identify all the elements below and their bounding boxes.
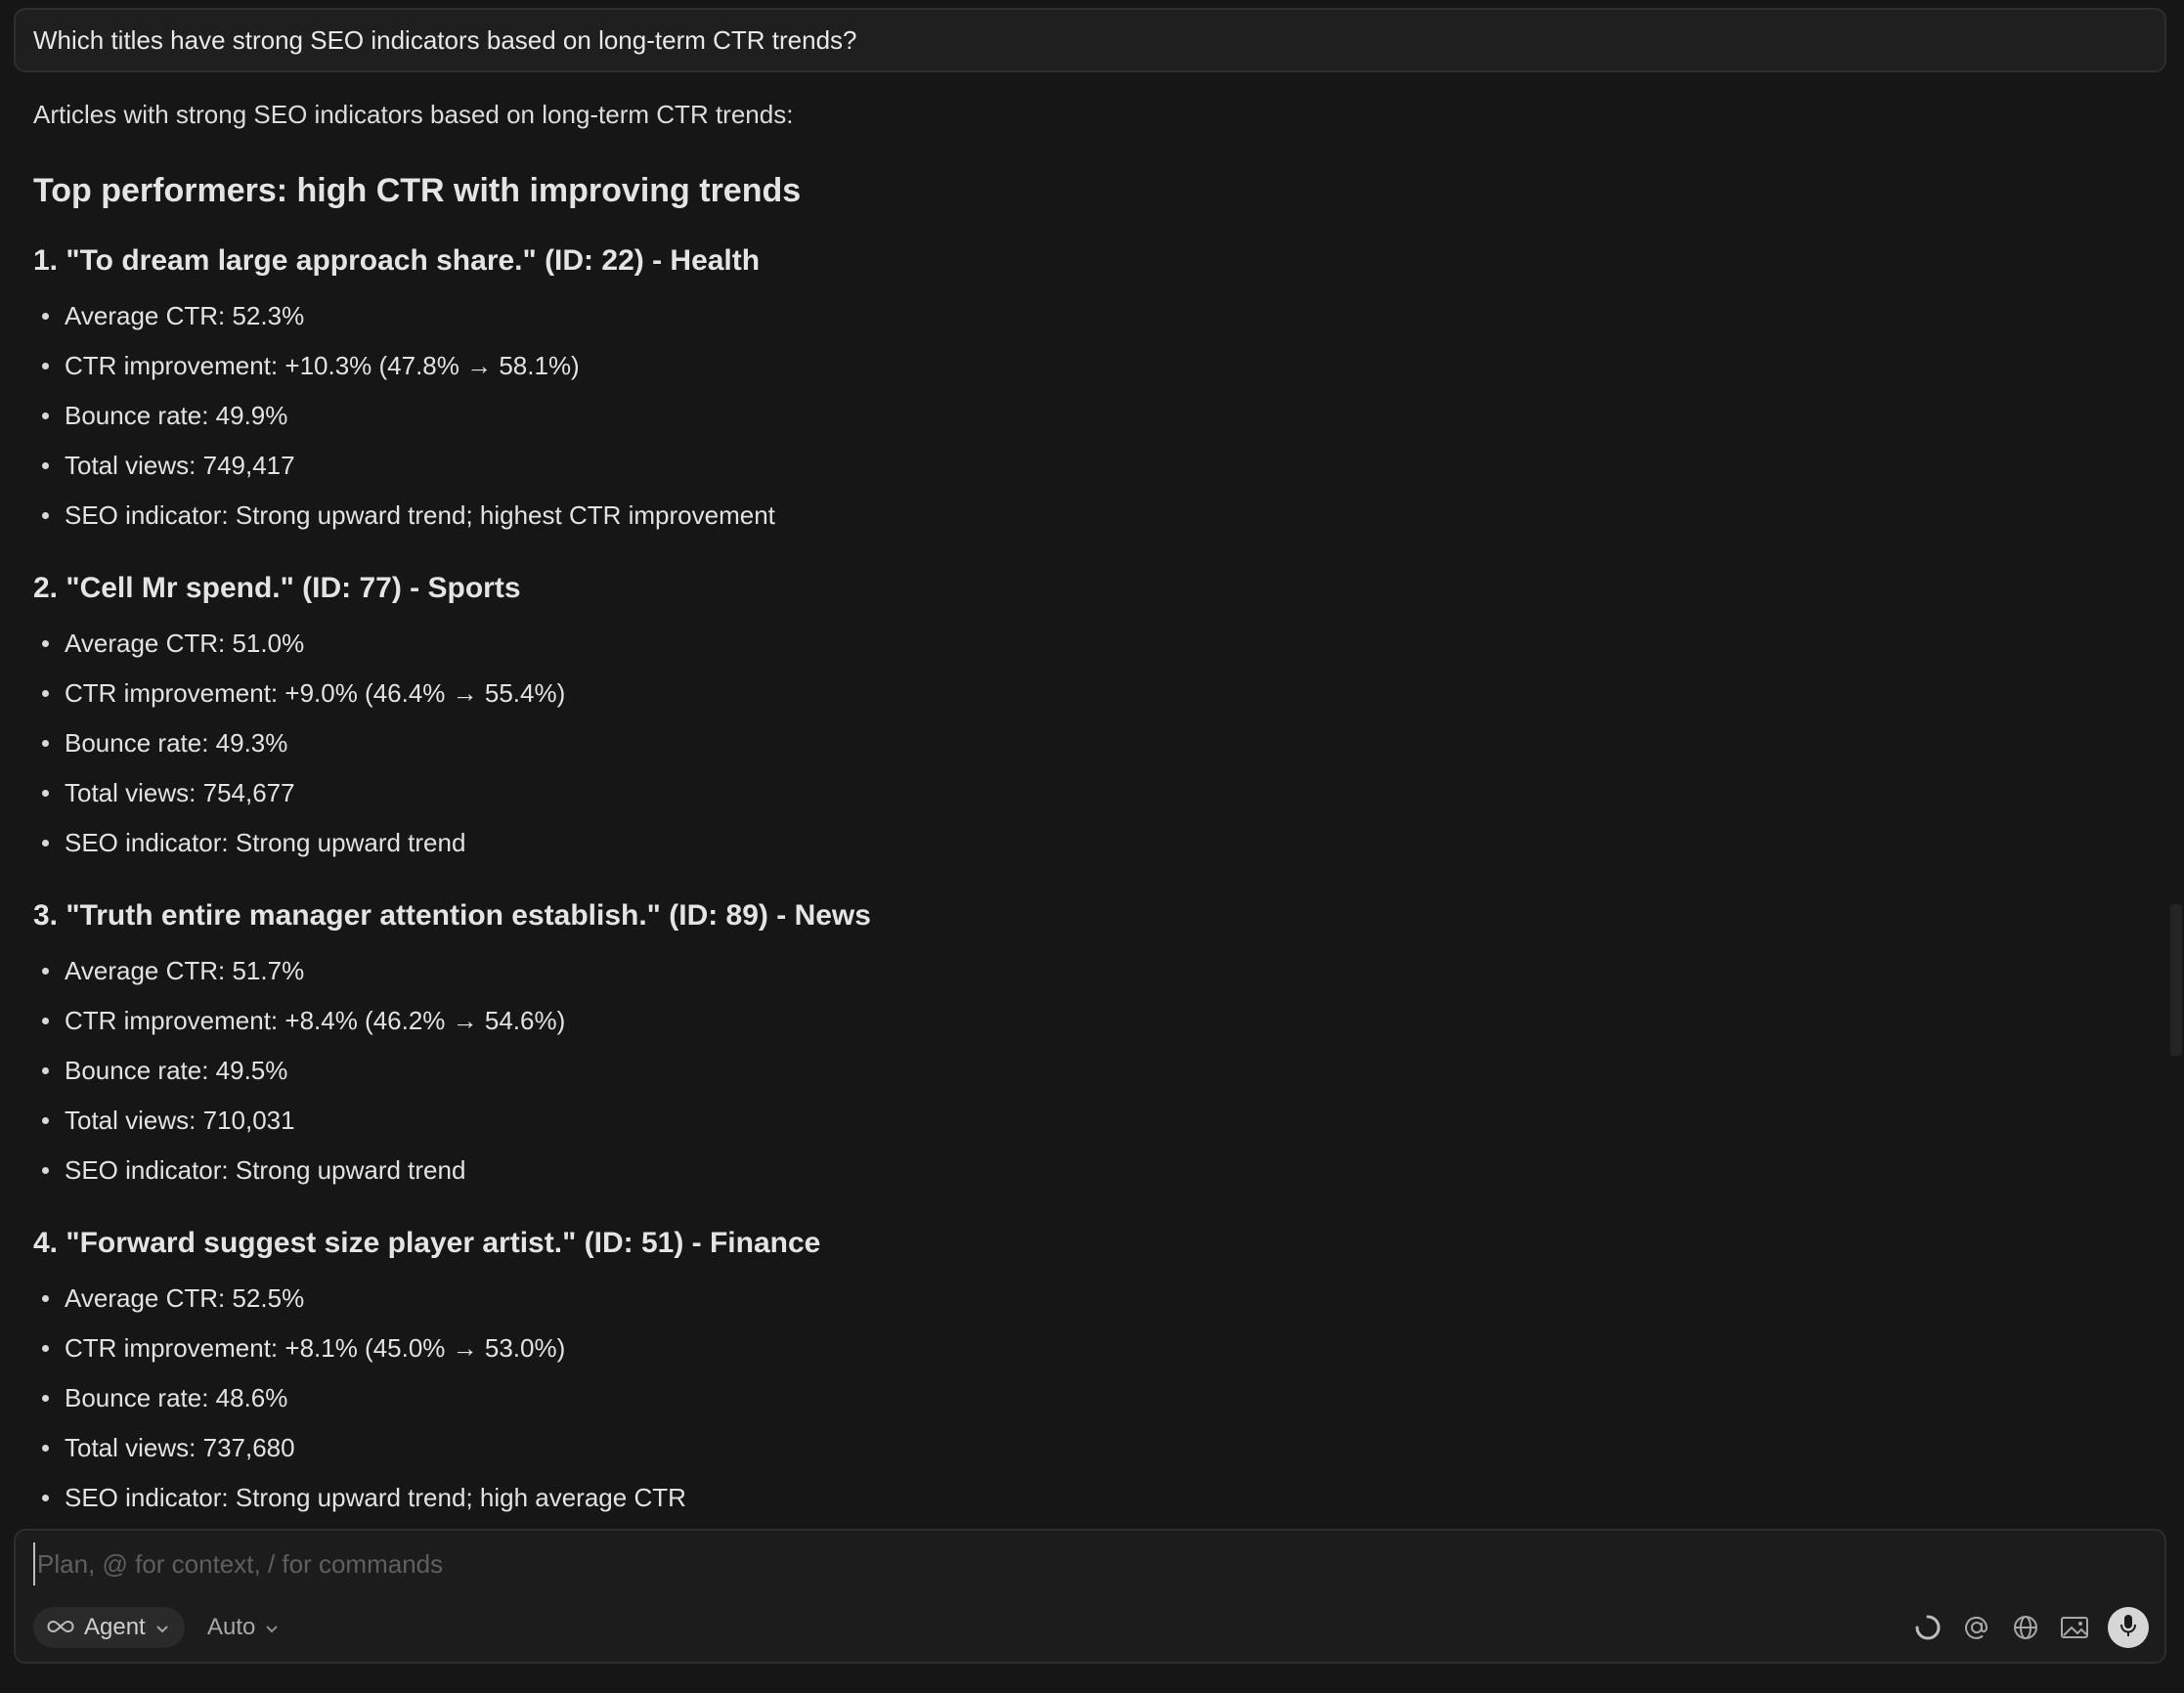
user-query-text: Which titles have strong SEO indicators … bbox=[33, 24, 857, 55]
chat-panel: Which titles have strong SEO indicators … bbox=[0, 0, 2184, 1693]
globe-icon[interactable] bbox=[2010, 1612, 2041, 1643]
metric-average-ctr: Average CTR: 51.0% bbox=[33, 619, 2145, 669]
model-select-label: Auto bbox=[207, 1614, 256, 1640]
metric-average-ctr: Average CTR: 51.7% bbox=[33, 946, 2145, 996]
metric-bounce-rate: Bounce rate: 49.5% bbox=[33, 1046, 2145, 1096]
article-metrics-list: Average CTR: 51.0% CTR improvement: +9.0… bbox=[33, 619, 2145, 868]
agent-mode-dropdown[interactable]: Agent bbox=[33, 1607, 185, 1648]
chevron-down-icon bbox=[155, 1614, 169, 1641]
article-metrics-list: Average CTR: 51.7% CTR improvement: +8.4… bbox=[33, 946, 2145, 1195]
at-mention-icon[interactable] bbox=[1961, 1612, 1992, 1643]
image-icon[interactable] bbox=[2059, 1612, 2090, 1643]
composer-actions bbox=[1912, 1605, 2149, 1650]
metric-total-views: Total views: 754,677 bbox=[33, 768, 2145, 818]
article-title: 4. "Forward suggest size player artist."… bbox=[33, 1227, 821, 1259]
metric-ctr-improvement: CTR improvement: +9.0% (46.4% → 55.4%) bbox=[33, 669, 2145, 718]
metric-seo-indicator: SEO indicator: Strong upward trend bbox=[33, 818, 2145, 868]
metric-seo-indicator: SEO indicator: Strong upward trend; high… bbox=[33, 491, 2145, 541]
user-query-bubble[interactable]: Which titles have strong SEO indicators … bbox=[14, 8, 2166, 72]
metric-ctr-improvement: CTR improvement: +10.3% (47.8% → 58.1%) bbox=[33, 341, 2145, 391]
article-metrics-list: Average CTR: 52.5% CTR improvement: +8.1… bbox=[33, 1274, 2145, 1523]
section-heading: Top performers: high CTR with improving … bbox=[33, 171, 802, 209]
infinity-icon bbox=[47, 1614, 74, 1641]
response-intro: Articles with strong SEO indicators base… bbox=[33, 99, 794, 129]
metric-bounce-rate: Bounce rate: 49.9% bbox=[33, 391, 2145, 441]
agent-mode-label: Agent bbox=[84, 1614, 146, 1640]
metric-average-ctr: Average CTR: 52.3% bbox=[33, 291, 2145, 341]
metric-seo-indicator: SEO indicator: Strong upward trend bbox=[33, 1146, 2145, 1195]
metric-bounce-rate: Bounce rate: 49.3% bbox=[33, 718, 2145, 768]
metric-total-views: Total views: 737,680 bbox=[33, 1423, 2145, 1473]
microphone-icon bbox=[2118, 1613, 2138, 1643]
metric-ctr-improvement: CTR improvement: +8.4% (46.2% → 54.6%) bbox=[33, 996, 2145, 1046]
article-title: 3. "Truth entire manager attention estab… bbox=[33, 899, 871, 932]
chevron-down-icon bbox=[265, 1614, 279, 1641]
metric-total-views: Total views: 710,031 bbox=[33, 1096, 2145, 1146]
article-metrics-list: Average CTR: 52.3% CTR improvement: +10.… bbox=[33, 291, 2145, 541]
chat-input[interactable] bbox=[33, 1542, 2135, 1585]
loading-spinner-icon bbox=[1912, 1612, 1944, 1643]
microphone-button[interactable] bbox=[2108, 1607, 2149, 1648]
metric-bounce-rate: Bounce rate: 48.6% bbox=[33, 1373, 2145, 1423]
metric-total-views: Total views: 749,417 bbox=[33, 441, 2145, 491]
model-select-dropdown[interactable]: Auto bbox=[207, 1607, 279, 1648]
assistant-response: Articles with strong SEO indicators base… bbox=[33, 90, 2145, 1529]
chat-composer: Agent Auto bbox=[14, 1529, 2166, 1664]
metric-seo-indicator: SEO indicator: Strong upward trend; high… bbox=[33, 1473, 2145, 1523]
metric-ctr-improvement: CTR improvement: +8.1% (45.0% → 53.0%) bbox=[33, 1324, 2145, 1373]
article-title: 1. "To dream large approach share." (ID:… bbox=[33, 244, 761, 277]
article-title: 2. "Cell Mr spend." (ID: 77) - Sports bbox=[33, 572, 521, 604]
metric-average-ctr: Average CTR: 52.5% bbox=[33, 1274, 2145, 1324]
scrollbar-thumb[interactable] bbox=[2170, 904, 2182, 1056]
